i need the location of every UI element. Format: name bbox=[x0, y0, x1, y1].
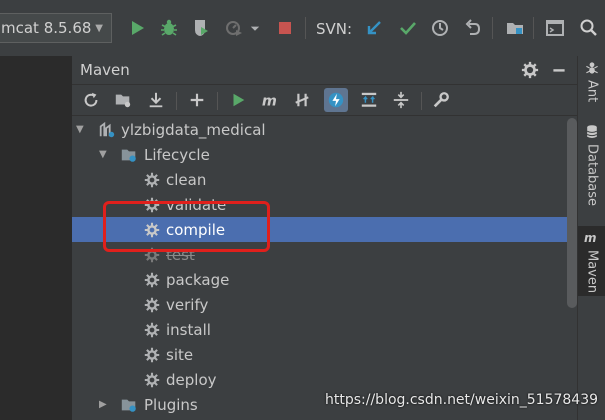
expanded-arrow-icon[interactable]: ▼ bbox=[76, 124, 84, 135]
goal-label: deploy bbox=[166, 370, 217, 389]
plugins-label: Plugins bbox=[144, 395, 198, 414]
maven-panel-header: Maven bbox=[72, 56, 577, 85]
maven-tool-tab[interactable]: m Maven bbox=[578, 226, 605, 296]
goal-deploy[interactable]: deploy bbox=[72, 367, 568, 392]
execute-goal-icon[interactable]: m bbox=[258, 88, 282, 112]
terminal-icon[interactable] bbox=[543, 16, 567, 40]
tree-node-project[interactable]: ▼ ylzbigdata_medical bbox=[72, 117, 568, 142]
goal-gear-icon bbox=[143, 196, 161, 214]
svn-commit-icon[interactable] bbox=[396, 16, 420, 40]
run-configuration-label: mcat 8.5.68 bbox=[1, 19, 92, 37]
goal-gear-icon bbox=[143, 271, 161, 289]
goal-gear-icon bbox=[143, 346, 161, 364]
goal-clean[interactable]: clean bbox=[72, 167, 568, 192]
goal-gear-icon bbox=[143, 246, 161, 264]
svn-update-icon[interactable] bbox=[363, 16, 387, 40]
goal-site[interactable]: site bbox=[72, 342, 568, 367]
database-tab-label: Database bbox=[584, 144, 600, 207]
maven-icon: m bbox=[584, 230, 600, 250]
download-icon[interactable] bbox=[144, 88, 168, 112]
collapse-all-icon[interactable] bbox=[389, 88, 413, 112]
project-label: ylzbigdata_medical bbox=[121, 120, 266, 139]
goal-gear-icon bbox=[143, 321, 161, 339]
goal-label: package bbox=[166, 270, 230, 289]
add-icon[interactable] bbox=[185, 88, 209, 112]
goal-compile[interactable]: compile bbox=[72, 217, 568, 242]
goal-label: verify bbox=[166, 295, 209, 314]
goal-label: clean bbox=[166, 170, 207, 189]
goal-gear-icon bbox=[143, 371, 161, 389]
maven-module-icon bbox=[98, 121, 116, 139]
minimize-icon[interactable] bbox=[549, 60, 569, 80]
revert-icon[interactable] bbox=[461, 16, 485, 40]
goal-gear-icon bbox=[143, 221, 161, 239]
goal-validate[interactable]: validate bbox=[72, 192, 568, 217]
lifecycle-label: Lifecycle bbox=[144, 145, 210, 164]
tree-scrollbar-thumb[interactable] bbox=[567, 118, 577, 308]
watermark-text: https://blog.csdn.net/weixin_51578439 bbox=[325, 392, 599, 408]
goal-label: site bbox=[166, 345, 194, 364]
main-toolbar: mcat 8.5.68 ▼ SVN: bbox=[0, 0, 605, 56]
run-maven-icon[interactable] bbox=[226, 88, 250, 112]
debug-icon[interactable] bbox=[157, 16, 181, 40]
goal-gear-icon bbox=[143, 171, 161, 189]
lifecycle-folder-icon bbox=[120, 146, 138, 164]
goal-install[interactable]: install bbox=[72, 317, 568, 342]
gear-icon[interactable] bbox=[520, 60, 540, 80]
show-dependencies-icon[interactable] bbox=[357, 88, 381, 112]
goal-label: compile bbox=[166, 220, 226, 239]
goal-label: test bbox=[166, 245, 195, 264]
ant-tool-tab[interactable]: Ant bbox=[578, 58, 605, 110]
goal-test[interactable]: test bbox=[72, 242, 568, 267]
chevron-down-icon: ▼ bbox=[95, 22, 103, 34]
maven-panel-title: Maven bbox=[80, 61, 130, 79]
collapsed-arrow-icon[interactable]: ▶ bbox=[99, 399, 107, 410]
skip-tests-icon[interactable] bbox=[290, 88, 314, 112]
plugins-folder-icon bbox=[120, 396, 138, 414]
offline-icon[interactable] bbox=[324, 88, 348, 112]
svg-text:m: m bbox=[262, 93, 277, 109]
generate-sources-icon[interactable] bbox=[111, 88, 135, 112]
project-structure-icon[interactable] bbox=[503, 16, 527, 40]
profile-menu-chevron-icon[interactable] bbox=[248, 16, 262, 40]
profile-icon[interactable] bbox=[222, 16, 246, 40]
svn-label: SVN: bbox=[316, 20, 353, 38]
goal-label: install bbox=[166, 320, 211, 339]
search-icon[interactable] bbox=[577, 16, 601, 40]
ant-tab-label: Ant bbox=[584, 80, 600, 103]
run-icon[interactable] bbox=[125, 16, 149, 40]
maven-toolbar: m bbox=[72, 85, 577, 116]
stop-icon[interactable] bbox=[273, 16, 297, 40]
expanded-arrow-icon[interactable]: ▼ bbox=[99, 149, 107, 160]
goal-package[interactable]: package bbox=[72, 267, 568, 292]
goal-gear-icon bbox=[143, 296, 161, 314]
database-icon bbox=[584, 124, 600, 144]
goal-verify[interactable]: verify bbox=[72, 292, 568, 317]
history-icon[interactable] bbox=[428, 16, 452, 40]
run-configuration-select[interactable]: mcat 8.5.68 ▼ bbox=[0, 13, 112, 43]
goal-label: validate bbox=[166, 195, 227, 214]
coverage-icon[interactable] bbox=[189, 16, 213, 40]
maven-projects-tree: ▼ ylzbigdata_medical ▼ Lifecycle clean v… bbox=[72, 116, 568, 420]
ant-icon bbox=[584, 60, 600, 80]
settings-wrench-icon[interactable] bbox=[429, 88, 453, 112]
svg-text:m: m bbox=[584, 231, 597, 245]
maven-tab-label: Maven bbox=[584, 250, 600, 294]
tree-node-lifecycle[interactable]: ▼ Lifecycle bbox=[72, 142, 568, 167]
editor-area bbox=[0, 56, 73, 420]
reload-icon[interactable] bbox=[79, 88, 103, 112]
right-tool-window-bar: Ant Database m Maven bbox=[577, 56, 605, 420]
database-tool-tab[interactable]: Database bbox=[578, 122, 605, 212]
